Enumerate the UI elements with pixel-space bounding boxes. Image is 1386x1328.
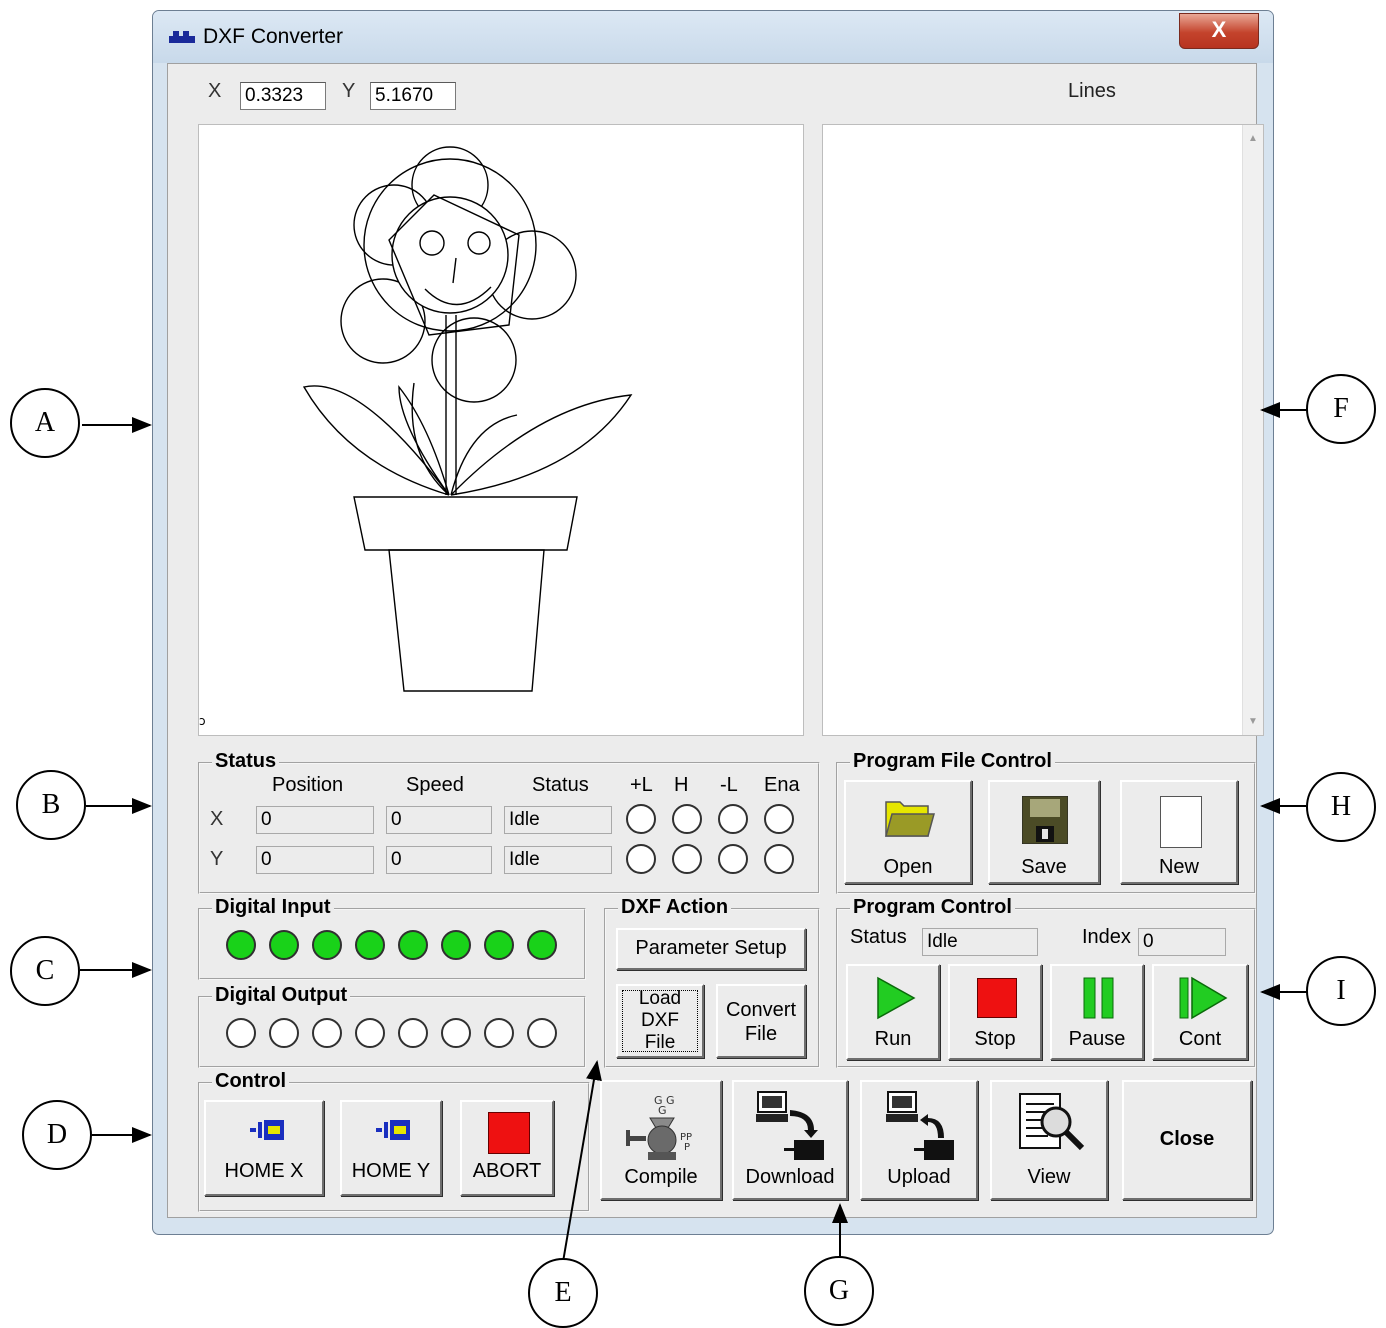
callout-b: B — [16, 770, 86, 840]
callout-arrows — [80, 402, 1310, 1263]
callout-g: G — [804, 1256, 874, 1326]
callout-h: H — [1306, 772, 1376, 842]
callout-i: I — [1306, 956, 1376, 1026]
callout-e: E — [528, 1258, 598, 1328]
callout-d: D — [22, 1100, 92, 1170]
callout-c: C — [10, 936, 80, 1006]
callout-f: F — [1306, 374, 1376, 444]
callout-a: A — [10, 388, 80, 458]
